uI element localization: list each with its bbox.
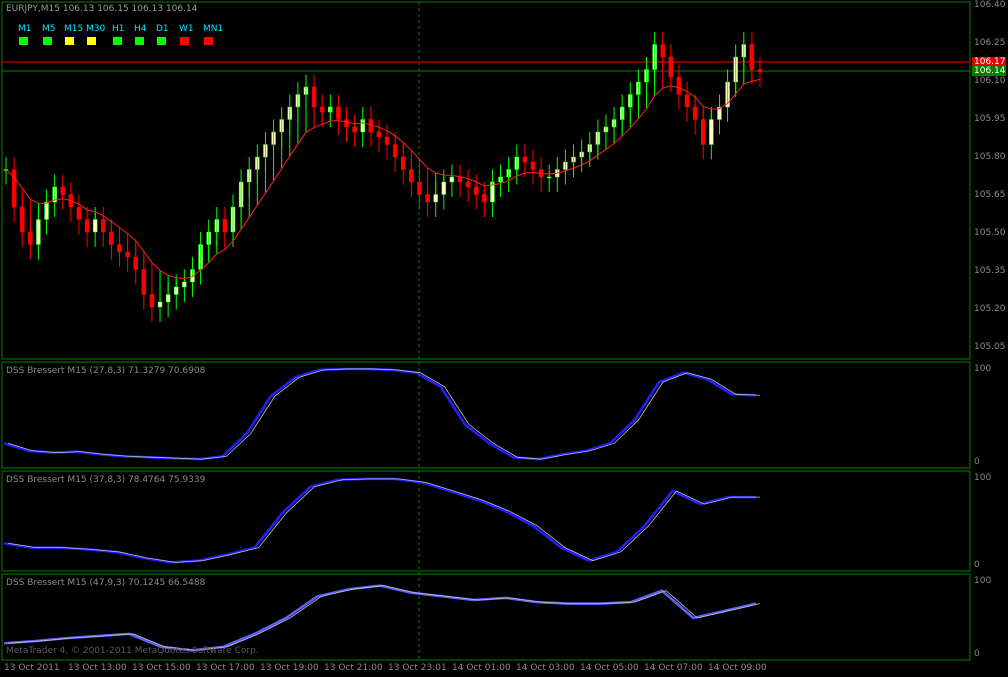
candle-body [441, 181, 447, 195]
time-tick: 13 Oct 23:01 [388, 663, 447, 673]
time-tick: 14 Oct 01:00 [452, 663, 511, 673]
timeframe-indicator-w1 [180, 37, 189, 45]
candle-body [336, 106, 341, 120]
timeframe-indicator-m5 [43, 37, 52, 45]
candle-body [174, 286, 179, 295]
symbol-info: EURJPY,M15 106.13 106.15 106.13 106.14 [6, 4, 198, 14]
candle-body [749, 44, 755, 70]
candle-body [433, 194, 438, 203]
dss-main-line [3, 367, 757, 461]
candle-body [222, 219, 228, 233]
price-tick: 105.95 [974, 114, 1006, 124]
trading-chart[interactable] [0, 0, 1008, 677]
candle-body [182, 281, 187, 288]
candle-body [44, 201, 49, 220]
timeframe-m15[interactable]: M15 [64, 24, 83, 34]
time-tick: 14 Oct 09:00 [708, 663, 767, 673]
timeframe-m1[interactable]: M1 [18, 24, 32, 34]
candle-body [36, 219, 41, 245]
timeframe-indicator-h1 [113, 37, 122, 45]
bid-price-label: 106.14 [972, 66, 1006, 76]
candle-body [757, 69, 763, 73]
candle-body [449, 176, 455, 183]
timeframe-indicator-m1 [19, 37, 28, 45]
dss-main-line [3, 584, 757, 652]
timeframe-indicator-m30 [87, 37, 96, 45]
main-price-pane[interactable] [1, 1, 971, 360]
timeframe-mn1[interactable]: MN1 [203, 24, 223, 34]
price-tick: 106.10 [974, 76, 1006, 86]
dss-label-2: DSS Bressert M15 (37,8,3) 78.4764 75.933… [6, 475, 206, 485]
candle-body [157, 301, 163, 308]
price-tick: 105.65 [974, 190, 1006, 200]
timeframe-w1[interactable]: W1 [179, 24, 194, 34]
timeframe-indicator-mn1 [204, 37, 213, 45]
price-tick: 105.05 [974, 342, 1006, 352]
candle-body [668, 56, 674, 78]
timeframe-indicator-m15 [65, 37, 74, 45]
price-tick: 106.25 [974, 38, 1006, 48]
candle-body [530, 161, 536, 170]
price-tick: 106.40 [974, 0, 1006, 10]
dss-max-3: 100 [974, 576, 992, 586]
dss-pane-2[interactable] [1, 470, 971, 572]
time-tick: 13 Oct 19:00 [260, 663, 319, 673]
candle-body [546, 176, 552, 179]
timeframe-d1[interactable]: D1 [156, 24, 169, 34]
price-tick: 105.35 [974, 266, 1006, 276]
candles-layer [3, 32, 763, 322]
dss-max-1: 100 [974, 364, 992, 374]
price-tick: 105.80 [974, 152, 1006, 162]
time-tick: 14 Oct 07:00 [644, 663, 703, 673]
candle-body [311, 86, 317, 108]
candle-body [660, 44, 665, 58]
time-tick: 14 Oct 03:00 [516, 663, 575, 673]
timeframe-indicator-d1 [157, 37, 166, 45]
time-tick: 13 Oct 15:00 [132, 663, 191, 673]
dss-min-1: 0 [974, 457, 980, 467]
price-tick: 105.50 [974, 228, 1006, 238]
time-tick: 13 Oct 21:00 [324, 663, 383, 673]
timeframe-h1[interactable]: H1 [112, 24, 125, 34]
time-tick: 13 Oct 17:00 [196, 663, 255, 673]
timeframe-indicator-h4 [135, 37, 144, 45]
price-tick: 105.20 [974, 304, 1006, 314]
dss-min-3: 0 [974, 649, 980, 659]
dss-lines-layer [3, 367, 761, 652]
candle-body [709, 119, 714, 145]
time-tick: 14 Oct 05:00 [580, 663, 639, 673]
copyright-text: MetaTrader 4, © 2001-2011 MetaQuotes Sof… [6, 646, 259, 656]
dss-min-2: 0 [974, 560, 980, 570]
candle-body [522, 156, 528, 163]
candle-body [319, 106, 325, 113]
candle-body [92, 219, 98, 233]
candle-body [60, 186, 66, 195]
time-tick: 13 Oct 13:00 [68, 663, 127, 673]
dss-pane-1[interactable] [1, 361, 971, 469]
dss-main-line [3, 477, 756, 564]
timeframe-m5[interactable]: M5 [42, 24, 56, 34]
time-tick: 13 Oct 2011 [4, 663, 60, 673]
timeframe-m30[interactable]: M30 [86, 24, 105, 34]
dss-signal-line [7, 368, 761, 460]
dss-max-2: 100 [974, 473, 992, 483]
candle-body [165, 294, 171, 303]
dss-label-1: DSS Bressert M15 (27,8,3) 71.3279 70.690… [6, 366, 206, 376]
dss-label-3: DSS Bressert M15 (47,9,3) 70.1245 66.548… [6, 578, 206, 588]
timeframe-h4[interactable]: H4 [134, 24, 147, 34]
